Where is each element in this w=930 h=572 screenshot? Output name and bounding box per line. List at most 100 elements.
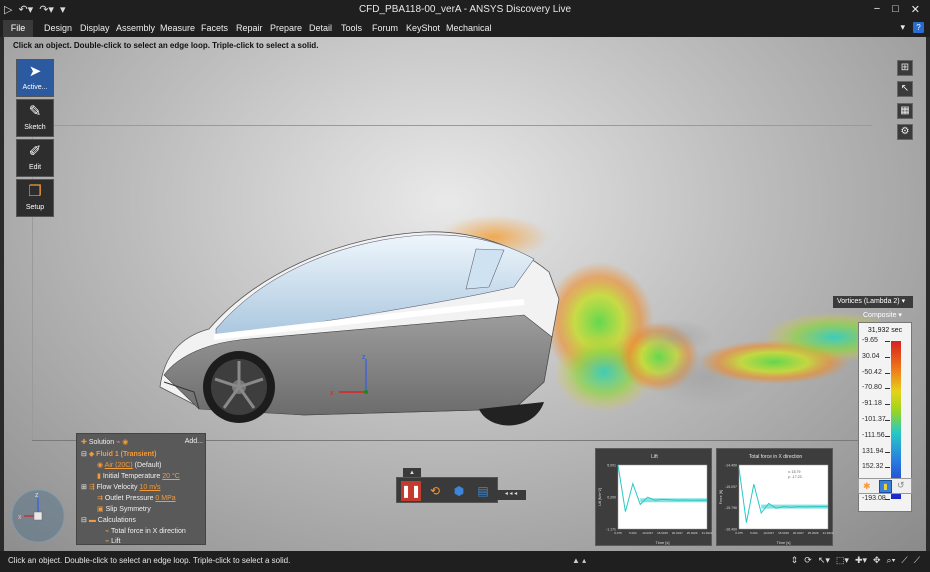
menu-assembly[interactable]: Assembly (116, 23, 155, 33)
menu-mechanical[interactable]: Mechanical (446, 23, 492, 33)
maximize-button[interactable]: □ (892, 3, 899, 16)
legend-mode-select[interactable]: Composite ▾ (858, 310, 912, 321)
menu-file[interactable]: File (3, 20, 33, 37)
solution-title: Solution (88, 439, 115, 446)
cube-view-icon[interactable]: ⬢ (449, 481, 469, 501)
tree-fluid-row[interactable]: ⊟ ◆ Fluid 1 (Transient) (81, 450, 156, 460)
collapse-icon[interactable]: ⊟ (81, 451, 87, 458)
series-oscillation-band (761, 504, 828, 509)
color-scale-bar[interactable] (891, 341, 901, 499)
tool-label: Setup (25, 204, 45, 211)
minimize-button[interactable]: − (874, 3, 880, 16)
menu-forum[interactable]: Forum (372, 23, 398, 33)
simulation-controls: ❚❚ ⟲ ⬢ ▤ (396, 477, 498, 503)
close-button[interactable]: ✕ (911, 3, 920, 16)
tree-slip-symmetry-row[interactable]: ▣ Slip Symmetry (97, 505, 151, 515)
x-tick-label: 15.0025 (657, 531, 668, 535)
window-title: CFD_PBA118-00_verA - ANSYS Discovery Liv… (358, 4, 572, 15)
tree-calc-item[interactable]: ⌁ Total force in X direction (105, 527, 186, 537)
legend-tick (885, 388, 890, 390)
snap-icon[interactable]: ⟳ (804, 555, 812, 566)
tree-calculations-row[interactable]: ⊟ ▬ Calculations (81, 516, 136, 526)
cursor-readout: y: -17.23 (788, 475, 802, 479)
reset-icon[interactable]: ↺ (897, 480, 905, 491)
menu-detail[interactable]: Detail (309, 23, 332, 33)
tree-flow-velocity-row[interactable]: ⊞ ⇶ Flow Velocity 10 m/s (81, 483, 160, 493)
lift-chart[interactable]: Lift5.0010.200-1.1710.075 5.004 10.0047 15.… (596, 449, 713, 547)
legend-label: 152.32 (862, 463, 884, 471)
pan-icon[interactable]: ✥ (873, 555, 881, 566)
x-tick-label: 5.004 (750, 531, 758, 535)
x-axis-label: Time [s] (655, 540, 669, 545)
flow-velocity-label: Flow Velocity (96, 484, 138, 491)
tree-calc-item[interactable]: ⌁ Lift (105, 537, 121, 547)
scroll-icon[interactable]: ⇕ (791, 555, 799, 566)
menu-facets[interactable]: Facets (201, 23, 228, 33)
view-triad[interactable]: z x (8, 486, 68, 546)
app-window: ▷ ↶▾ ↷▾ ▾ CFD_PBA118-00_verA - ANSYS Dis… (0, 0, 930, 572)
legend-field-select[interactable]: Vortices (Lambda 2) ▾ (833, 296, 913, 308)
calculations-label: Calculations (97, 517, 136, 524)
thermometer-icon: ▮ (97, 473, 101, 480)
menu-display[interactable]: Display (80, 23, 110, 33)
legend-tick (885, 420, 890, 421)
plot-area (617, 464, 708, 530)
svg-text:x: x (330, 390, 334, 397)
help-button[interactable]: ? (913, 22, 924, 33)
svg-text:x: x (18, 514, 22, 521)
menu-prepare[interactable]: Prepare (270, 23, 302, 33)
book-icon[interactable]: ▤ (473, 481, 493, 501)
tree-outlet-pressure-row[interactable]: ⇉ Outlet Pressure 0 MPa (97, 494, 176, 504)
menu-design[interactable]: Design (44, 23, 72, 33)
x-tick-label: 25.0026 (687, 531, 698, 535)
tool-sketch[interactable]: ✎ Sketch (16, 99, 54, 137)
display-grid-icon[interactable]: ▦ (897, 103, 913, 119)
controls-more-button[interactable]: ◂ ◂ ◂ (496, 490, 526, 500)
initial-temp-value[interactable]: 20 °C (162, 473, 180, 480)
status-options-icon[interactable]: ▲ ▴ (572, 556, 586, 565)
force-x-chart[interactable]: Total force in X direction -14.400 -15.097… (717, 449, 834, 547)
menu-repair[interactable]: Repair (236, 23, 263, 33)
tool-edit[interactable]: ✐ Edit (16, 139, 54, 177)
legend-label: -9.65 (862, 337, 878, 344)
solution-plus-icon[interactable]: ✚ (81, 439, 87, 446)
material-link[interactable]: Air (20C) (105, 462, 133, 469)
box-select-icon[interactable]: ⬚▾ (836, 555, 849, 566)
view-orient-icon[interactable]: ✚▾ (855, 555, 867, 566)
ribbon-collapse-icon[interactable]: ▾ (900, 22, 905, 33)
tool-setup[interactable]: ❒ Setup (16, 179, 54, 217)
tool-active-select[interactable]: ➤ Active... (16, 59, 54, 97)
zoom-icon[interactable]: ⌕▾ (887, 555, 896, 566)
menu-measure[interactable]: Measure (160, 23, 195, 33)
flow-velocity-value[interactable]: 10 m/s (139, 484, 160, 491)
add-menu-button[interactable]: Add... (185, 438, 203, 445)
line-icon[interactable]: ⟋ (914, 555, 920, 566)
y-tick-label: 5.001 (607, 464, 616, 468)
material-icon[interactable]: ◉ (122, 439, 128, 446)
legend-tick (885, 372, 890, 374)
structure-tree-icon[interactable]: ⊞ (897, 60, 913, 76)
tree-material-row[interactable]: ◉ Air (20C) (Default) (97, 461, 161, 471)
y-tick-label: 0.200 (607, 496, 616, 500)
calc-item-label: Total force in X direction (111, 528, 186, 535)
restart-icon[interactable]: ⟲ (425, 481, 445, 501)
sun-icon[interactable]: ✱ (863, 481, 871, 492)
status-toolbar: ⇕ ⟳ ↖▾ ⬚▾ ✚▾ ✥ ⌕▾ ⟋ ⟋ (791, 555, 920, 566)
gear-icon[interactable]: ⚙ (897, 124, 913, 140)
menu-keyshot[interactable]: KeyShot (406, 23, 440, 33)
expand-icon[interactable]: ⊞ (81, 484, 87, 491)
legend-style-icon[interactable]: ▮ (879, 480, 892, 493)
select-probe-icon[interactable]: ↖ (897, 81, 913, 97)
select-mode-icon[interactable]: ↖▾ (818, 555, 830, 566)
fluid-icon: ◆ (88, 451, 95, 458)
car-model[interactable] (159, 231, 560, 426)
measure-icon[interactable]: ⟋ (901, 555, 907, 566)
tree-initial-temp-row[interactable]: ▮ Initial Temperature 20 °C (97, 472, 180, 482)
menu-tools[interactable]: Tools (341, 23, 362, 33)
outlet-pressure-value[interactable]: 0 MPa (155, 495, 175, 502)
calc-item-label: Lift (111, 538, 121, 545)
collapse-icon[interactable]: ⊟ (81, 517, 87, 524)
legend-field-label: Vortices (Lambda 2) (837, 298, 900, 305)
pause-button[interactable]: ❚❚ (401, 481, 421, 501)
probe-icon[interactable]: ⌁ (116, 439, 120, 446)
